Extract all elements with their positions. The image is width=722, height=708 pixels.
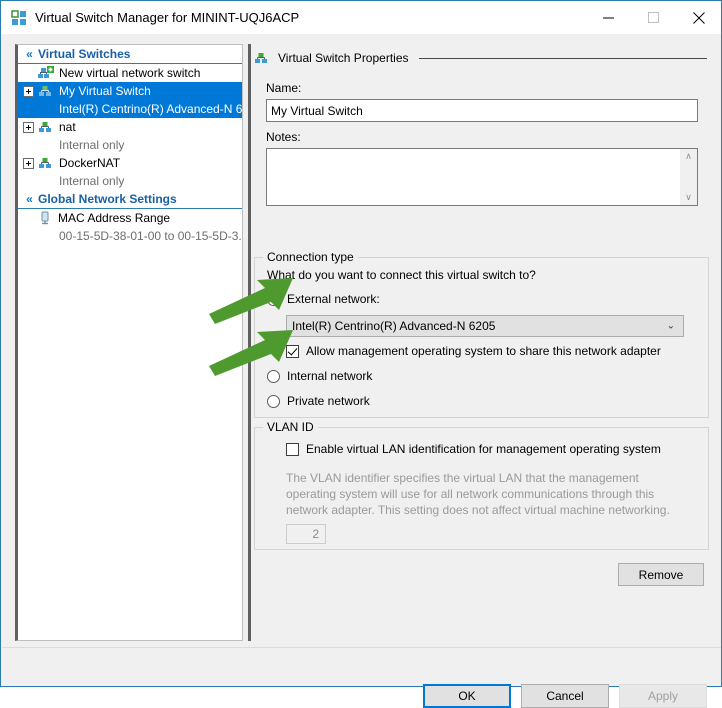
chevron-up-icon[interactable]: «: [23, 48, 36, 60]
enable-vlan-checkbox-row[interactable]: Enable virtual LAN identification for ma…: [286, 442, 661, 456]
mac-address-range-icon: [38, 211, 52, 225]
checkbox-label: Allow management operating system to sha…: [306, 344, 661, 358]
apply-button: Apply: [619, 684, 707, 708]
remove-button[interactable]: Remove: [618, 563, 704, 586]
tree-section-virtual-switches[interactable]: « Virtual Switches: [18, 45, 242, 64]
cancel-button[interactable]: Cancel: [521, 684, 609, 708]
tree-section-global-network-settings[interactable]: « Global Network Settings: [18, 190, 242, 209]
virtual-switch-manager-icon: [11, 9, 27, 26]
group-header: Virtual Switch Properties: [254, 51, 709, 65]
virtual-switch-icon: [38, 120, 54, 134]
connection-question: What do you want to connect this virtual…: [267, 268, 536, 282]
tree-item-mac-address-range[interactable]: MAC Address Range: [18, 209, 242, 227]
chevron-down-icon[interactable]: ∨: [685, 193, 692, 202]
notes-scrollbar[interactable]: ∧ ∨: [680, 149, 697, 205]
properties-pane: Virtual Switch Properties Name: Notes: ∧…: [254, 44, 709, 641]
tree-item-subtext: Internal only: [59, 174, 125, 188]
notes-textarea[interactable]: ∧ ∨: [266, 148, 698, 206]
expand-icon[interactable]: [23, 121, 34, 133]
maximize-button[interactable]: [631, 1, 676, 34]
radio-icon[interactable]: [267, 292, 280, 306]
navigation-tree[interactable]: « Virtual Switches New virtual network s…: [15, 44, 243, 641]
expand-icon[interactable]: [23, 85, 34, 97]
minimize-button[interactable]: [586, 1, 631, 34]
radio-external-network[interactable]: External network:: [267, 292, 380, 306]
network-adapter-value: Intel(R) Centrino(R) Advanced-N 6205: [292, 319, 496, 333]
vlan-description: The VLAN identifier specifies the virtua…: [286, 471, 670, 517]
new-virtual-switch-icon: [38, 66, 54, 80]
radio-icon[interactable]: [267, 369, 280, 383]
virtual-switch-manager-window: Virtual Switch Manager for MININT-UQJ6AC…: [0, 0, 722, 708]
footer-divider: [2, 647, 721, 648]
radio-private-network[interactable]: Private network: [267, 394, 370, 408]
radio-label: External network:: [287, 292, 380, 306]
tree-item-subtext: Intel(R) Centrino(R) Advanced-N 6...: [18, 100, 242, 118]
dialog-content: « Virtual Switches New virtual network s…: [2, 34, 721, 708]
checkbox-icon[interactable]: [286, 344, 299, 358]
name-label: Name:: [266, 81, 302, 95]
tree-section-label: Virtual Switches: [38, 47, 131, 61]
vlan-id-input[interactable]: 2: [286, 524, 326, 544]
name-input[interactable]: [266, 99, 698, 122]
notes-label: Notes:: [266, 130, 301, 144]
tree-item-new-virtual-network-switch[interactable]: New virtual network switch: [18, 64, 242, 82]
checkbox-icon[interactable]: [286, 442, 299, 456]
tree-item-label: DockerNAT: [59, 156, 121, 170]
connection-type-group: Connection type What do you want to conn…: [254, 250, 709, 418]
tree-item-subtext: Internal only: [59, 138, 125, 152]
chevron-up-icon[interactable]: «: [23, 193, 36, 205]
virtual-switch-icon: [38, 156, 54, 170]
tree-item-subtext: 00-15-5D-38-01-00 to 00-15-5D-3...: [59, 229, 243, 243]
tree-item-nat[interactable]: nat: [18, 118, 242, 136]
group-title: Connection type: [263, 250, 358, 264]
group-title: Virtual Switch Properties: [278, 51, 409, 65]
virtual-switch-properties-group: Virtual Switch Properties Name: Notes: ∧…: [254, 51, 709, 209]
expand-icon[interactable]: [23, 157, 34, 169]
tree-section-label: Global Network Settings: [38, 192, 177, 206]
vlan-id-group: VLAN ID Enable virtual LAN identificatio…: [254, 420, 709, 550]
close-button[interactable]: [676, 1, 721, 34]
radio-internal-network[interactable]: Internal network: [267, 369, 372, 383]
header-rule: [418, 57, 707, 59]
virtual-switch-icon: [38, 84, 54, 98]
window-controls: [586, 1, 721, 34]
radio-icon[interactable]: [267, 394, 280, 408]
chevron-up-icon[interactable]: ∧: [685, 152, 692, 161]
network-adapter-dropdown[interactable]: Intel(R) Centrino(R) Advanced-N 6205 ⌄: [286, 315, 684, 337]
panel-splitter[interactable]: [248, 44, 251, 641]
chevron-down-icon[interactable]: ⌄: [667, 321, 675, 332]
tree-item-my-virtual-switch[interactable]: My Virtual Switch: [18, 82, 242, 100]
allow-management-os-share-checkbox-row[interactable]: Allow management operating system to sha…: [286, 344, 661, 358]
checkbox-label: Enable virtual LAN identification for ma…: [306, 442, 661, 456]
tree-item-label: nat: [59, 120, 76, 134]
virtual-switch-icon: [254, 51, 270, 65]
radio-label: Internal network: [287, 369, 373, 383]
ok-button[interactable]: OK: [423, 684, 511, 708]
tree-item-label: My Virtual Switch: [59, 84, 151, 98]
tree-item-label: New virtual network switch: [59, 66, 201, 80]
tree-item-dockernat[interactable]: DockerNAT: [18, 154, 242, 172]
window-title: Virtual Switch Manager for MININT-UQJ6AC…: [35, 10, 300, 25]
radio-label: Private network: [287, 394, 370, 408]
title-bar: Virtual Switch Manager for MININT-UQJ6AC…: [1, 1, 721, 34]
group-title: VLAN ID: [263, 420, 318, 434]
tree-item-label: MAC Address Range: [58, 211, 171, 225]
